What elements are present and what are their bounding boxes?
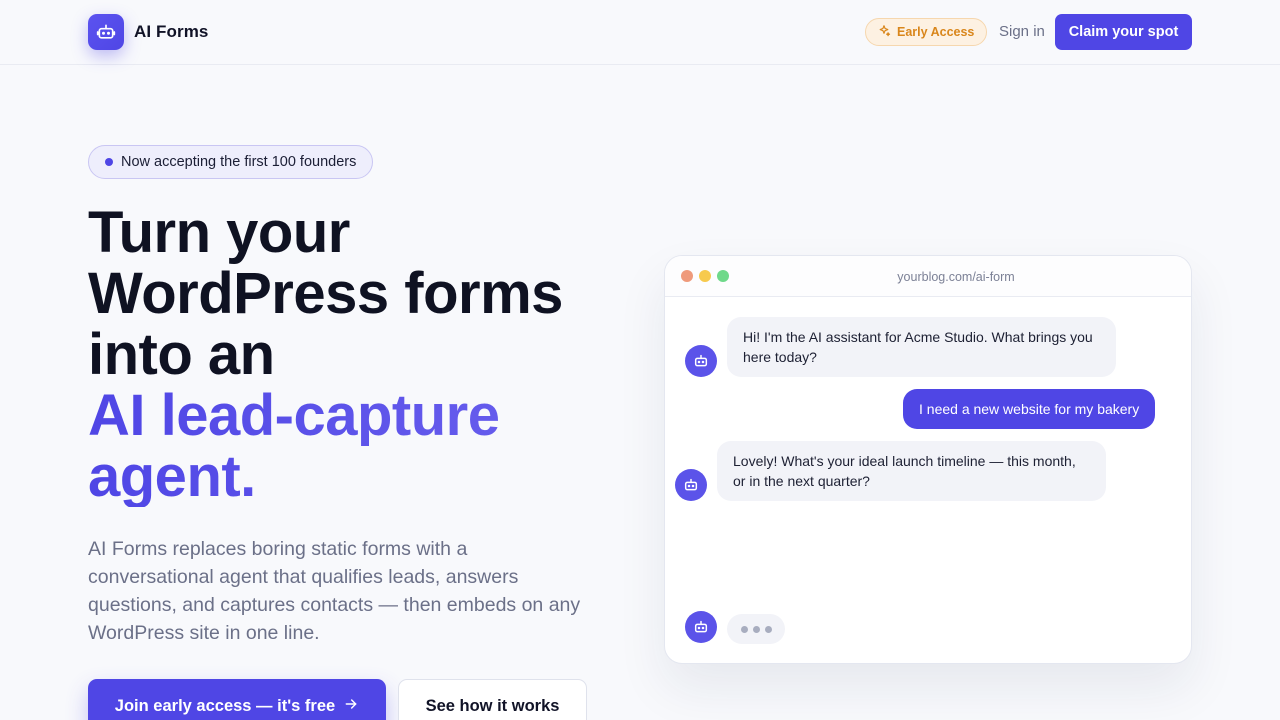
sign-in-link[interactable]: Sign in: [999, 23, 1045, 40]
typing-dot: [740, 625, 748, 633]
robot-icon: [685, 345, 717, 377]
bot-message: Hi! I'm the AI assistant for Acme Studio…: [727, 317, 1116, 377]
early-access-label: Early Access: [897, 25, 975, 39]
early-access-badge: Early Access: [865, 18, 988, 46]
sparkle-icon: [877, 24, 891, 41]
typing-dot: [764, 625, 772, 633]
window-title-bar: yourblog.com/ai-form: [665, 256, 1191, 297]
chat-preview-window: yourblog.com/ai-form Hi! I'm the AI assi…: [664, 255, 1192, 664]
headline-accent-line: AI lead-capture: [88, 385, 648, 446]
url-label: yourblog.com/ai-form: [897, 269, 1015, 284]
see-how-it-works-button[interactable]: See how it works: [398, 679, 587, 720]
robot-icon: [685, 611, 717, 643]
headline-line: WordPress forms: [88, 261, 563, 326]
announcement-text: Now accepting the first 100 founders: [121, 154, 357, 170]
typing-dot: [752, 625, 760, 633]
headline-line: into an: [88, 322, 275, 387]
claim-spot-button[interactable]: Claim your spot: [1055, 14, 1192, 50]
join-early-access-label: Join early access — it's free: [114, 696, 336, 715]
announcement-pill: Now accepting the first 100 founders: [88, 145, 374, 179]
headline-accent-line: agent.: [88, 446, 648, 507]
headline-line: Turn your: [88, 200, 350, 265]
join-early-access-button[interactable]: Join early access — it's free: [88, 679, 386, 720]
bot-message: Lovely! What's your ideal launch timelin…: [717, 441, 1106, 501]
hero-subtext: AI Forms replaces boring static forms wi…: [88, 538, 581, 644]
robot-icon: [88, 14, 124, 50]
user-message: I need a new website for my bakery: [903, 389, 1156, 429]
hero-headline: Turn your WordPress forms into an AI lea…: [88, 202, 648, 507]
status-dot: [105, 158, 113, 166]
site-header: AI Forms Early Access Sign in Claim your…: [0, 0, 1280, 65]
brand-name: AI Forms: [134, 22, 209, 41]
arrow-right-icon: [343, 696, 359, 717]
brand[interactable]: AI Forms: [88, 14, 208, 50]
typing-indicator: [727, 614, 785, 644]
robot-icon: [675, 469, 707, 501]
